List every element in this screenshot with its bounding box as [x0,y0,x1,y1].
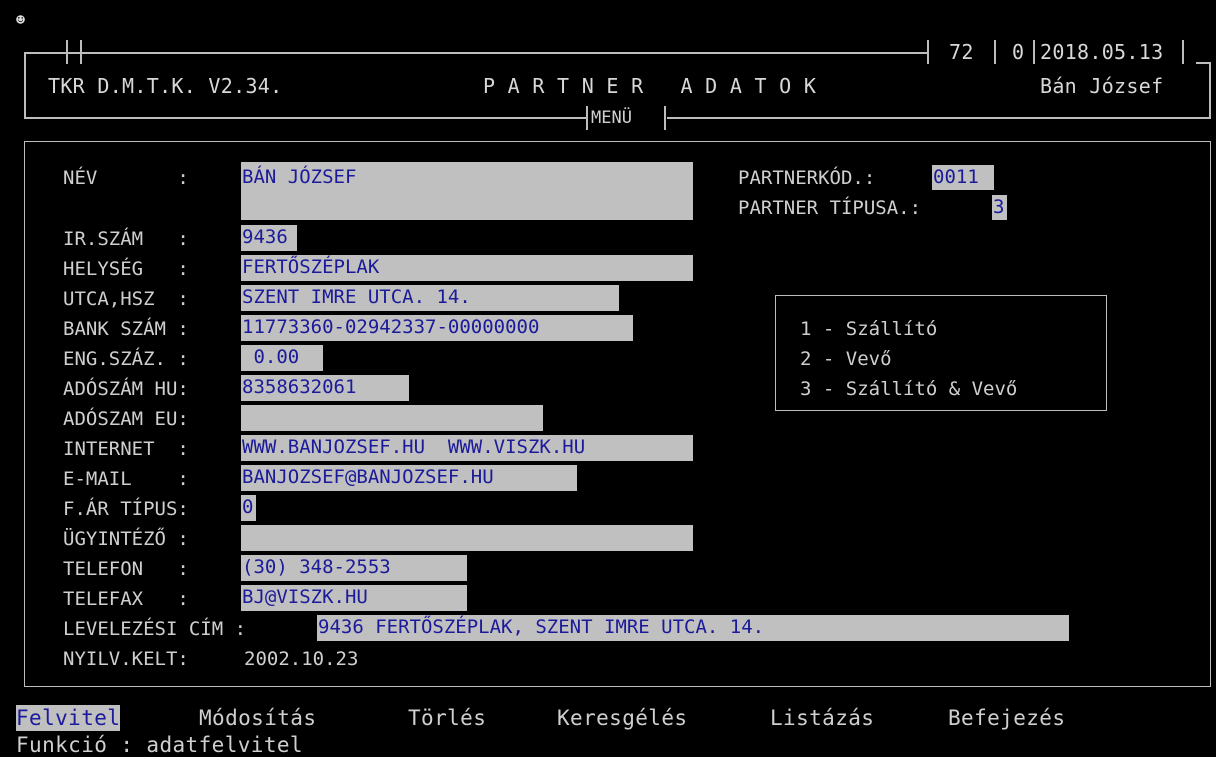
label-ugyintezo: ÜGYINTÉZŐ : [63,528,189,550]
label-utca: UTCA,HSZ : [63,288,189,310]
label-helyseg: HELYSÉG : [63,258,189,280]
header-date: 2018.05.13 [1040,40,1164,64]
legend-item-3: 3 - Szállító & Vevő [800,378,1018,400]
label-partnertipus: PARTNER TÍPUSA.: [738,197,922,219]
price-type-field[interactable]: 0 [241,495,256,521]
legend-item-2: 2 - Vevő [800,348,892,370]
partner-code-field[interactable]: 0011 [932,165,994,190]
phone-field[interactable]: (30) 348-2553 [241,555,467,581]
menu-item-keresgeles[interactable]: Keresgélés [557,705,687,731]
label-irszam: IR.SZÁM : [63,228,189,250]
menu-item-listazas[interactable]: Listázás [770,705,874,731]
status-line: Funkció : adatfelvitel [16,733,303,757]
menu-item-torles[interactable]: Törlés [408,705,486,731]
tax-eu-field[interactable] [241,405,543,431]
menu-item-befejezes[interactable]: Befejezés [948,705,1065,731]
postcode-field[interactable]: 9436 [241,225,297,251]
label-levelezesi: LEVELEZÉSI CÍM : [63,618,247,640]
bank-account-field[interactable]: 11773360-02942337-00000000 [241,315,633,341]
label-adohu: ADÓSZÁM HU: [63,378,189,400]
label-eng: ENG.SZÁZ. : [63,348,189,370]
name-field-line2[interactable] [241,192,693,220]
registration-date: 2002.10.23 [244,648,359,670]
app-version: TKR D.M.T.K. V2.34. [48,74,283,98]
user-name: Bán József [1040,74,1164,98]
label-telefax: TELEFAX : [63,588,189,610]
header-num1: 72 [949,40,974,64]
partner-type-field[interactable]: 3 [992,195,1007,220]
menu-item-felvitel[interactable]: Felvitel [16,705,121,731]
label-email: E-MAIL : [63,468,189,490]
form-frame [24,141,1211,687]
label-nev: NÉV : [63,167,189,189]
internet-field[interactable]: WWW.BANJOZSEF.HU WWW.VISZK.HU [241,435,693,461]
label-bank: BANK SZÁM : [63,318,189,340]
smiley-icon: ☻ [16,11,26,29]
street-field[interactable]: SZENT IMRE UTCA. 14. [241,285,619,311]
label-telefon: TELEFON : [63,558,189,580]
menu-tab[interactable]: MENÜ [591,107,632,129]
menu-item-modositas[interactable]: Módosítás [199,705,316,731]
name-field[interactable]: BÁN JÓZSEF [241,162,693,192]
mailing-address-field[interactable]: 9436 FERTŐSZÉPLAK, SZENT IMRE UTCA. 14. [317,615,1069,641]
page-title: P A R T N E R A D A T O K [483,74,817,98]
contact-person-field[interactable] [241,525,693,551]
fax-field[interactable]: BJ@VISZK.HU [241,585,467,611]
label-adoeu: ADÓSZAM EU: [63,408,189,430]
discount-field[interactable]: 0.00 [241,345,323,371]
city-field[interactable]: FERTŐSZÉPLAK [241,255,693,281]
label-internet: INTERNET : [63,438,189,460]
label-far: F.ÁR TÍPUS: [63,498,189,520]
tax-hu-field[interactable]: 8358632061 [241,375,409,401]
label-nyilv: NYILV.KELT: [63,648,189,670]
email-field[interactable]: BANJOZSEF@BANJOZSEF.HU [241,465,577,491]
legend-item-1: 1 - Szállító [800,318,938,340]
header-num2: 0 [1012,40,1025,64]
label-partnerkod: PARTNERKÓD.: [738,167,876,189]
